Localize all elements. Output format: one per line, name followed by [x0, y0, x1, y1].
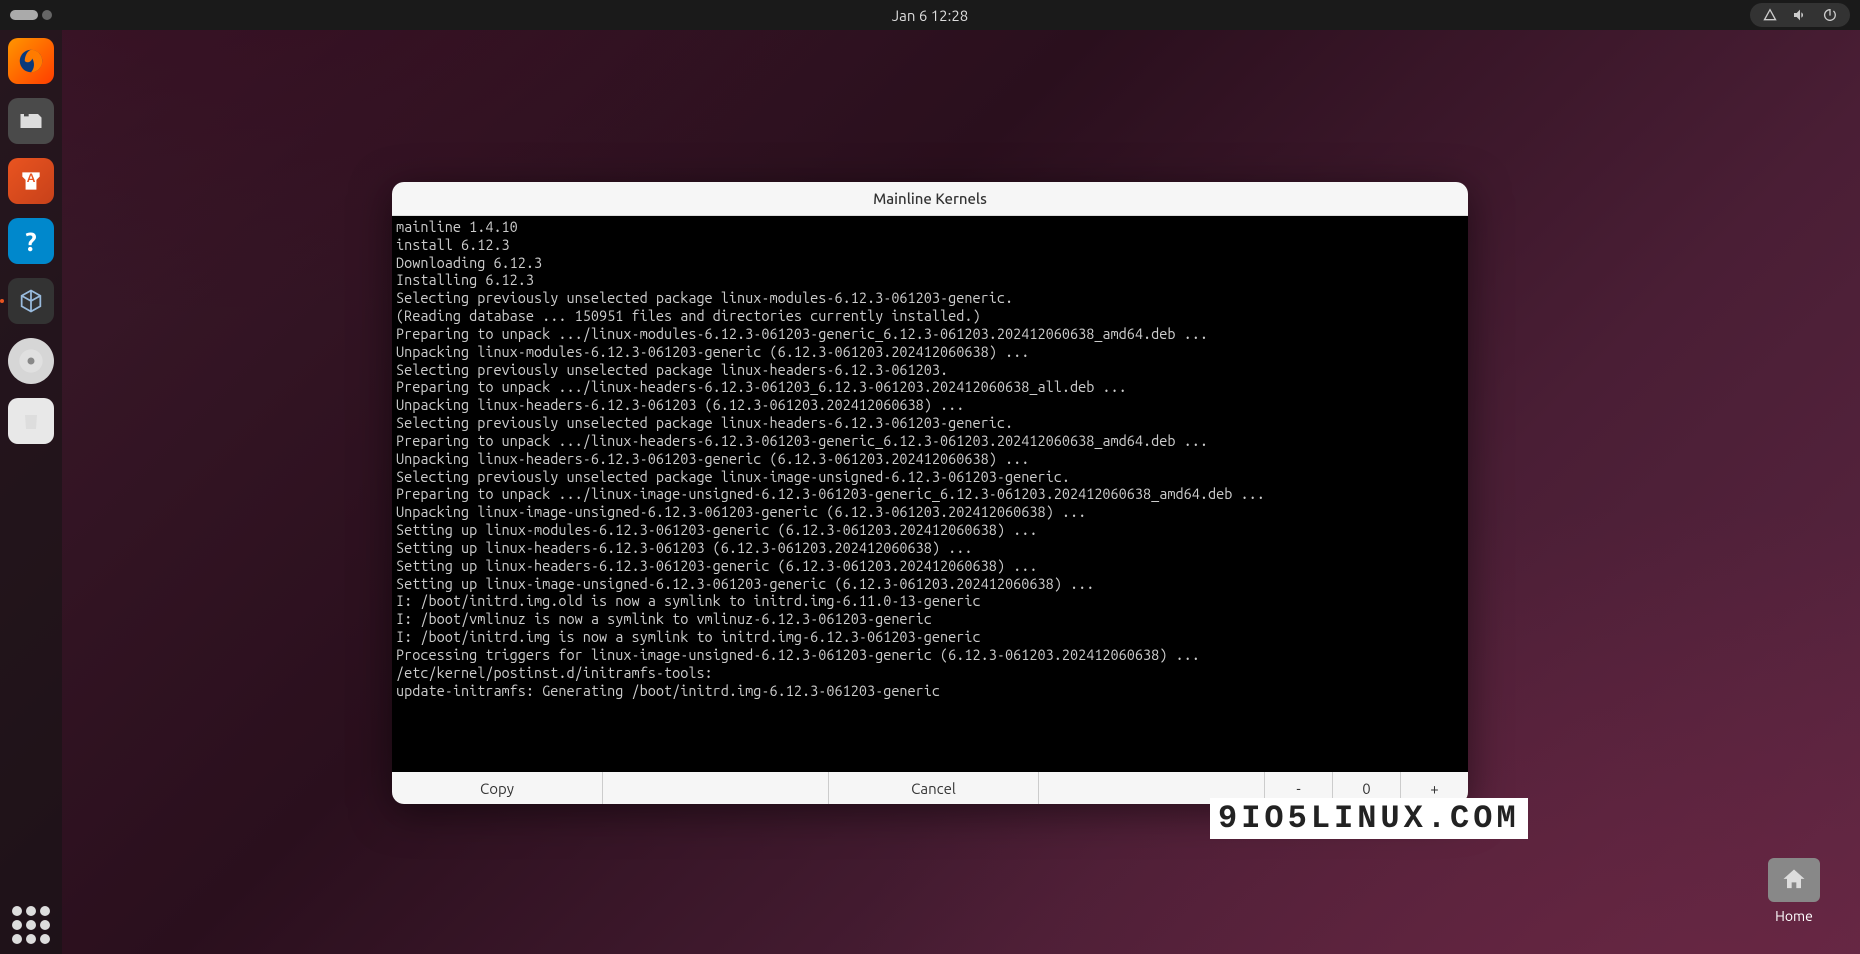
watermark: 9IO5LINUX.COM	[1210, 798, 1528, 839]
mainline-dialog: Mainline Kernels mainline 1.4.10 install…	[392, 182, 1468, 804]
dock-icon-help[interactable]: ?	[8, 218, 54, 264]
topbar: Jan 6 12:28	[0, 0, 1860, 30]
dialog-title: Mainline Kernels	[392, 182, 1468, 216]
topbar-left-group[interactable]	[10, 10, 52, 20]
desktop-home-label: Home	[1775, 908, 1813, 924]
dock-icon-files[interactable]	[8, 98, 54, 144]
clock[interactable]: Jan 6 12:28	[892, 7, 969, 24]
power-icon	[1822, 7, 1838, 23]
activities-pill-icon[interactable]	[10, 10, 38, 20]
desktop-home-icon[interactable]: Home	[1768, 858, 1820, 924]
network-icon	[1762, 7, 1778, 23]
button-spacer	[602, 772, 828, 804]
show-apps-button[interactable]	[0, 906, 62, 944]
dock-icon-software[interactable]: A	[8, 158, 54, 204]
apps-grid-icon	[12, 906, 50, 944]
workspace-dot-icon	[42, 10, 52, 20]
system-tray[interactable]	[1750, 3, 1850, 27]
svg-text:A: A	[27, 172, 36, 185]
dock-icon-trash[interactable]	[8, 398, 54, 444]
dock: A ?	[0, 30, 62, 954]
cancel-button[interactable]: Cancel	[828, 772, 1038, 804]
home-folder-icon	[1768, 858, 1820, 902]
volume-icon	[1792, 7, 1808, 23]
dock-icon-disc[interactable]	[8, 338, 54, 384]
dock-icon-firefox[interactable]	[8, 38, 54, 84]
dock-icon-mainline[interactable]	[8, 278, 54, 324]
terminal-output: mainline 1.4.10 install 6.12.3 Downloadi…	[392, 216, 1468, 772]
copy-button[interactable]: Copy	[392, 772, 602, 804]
